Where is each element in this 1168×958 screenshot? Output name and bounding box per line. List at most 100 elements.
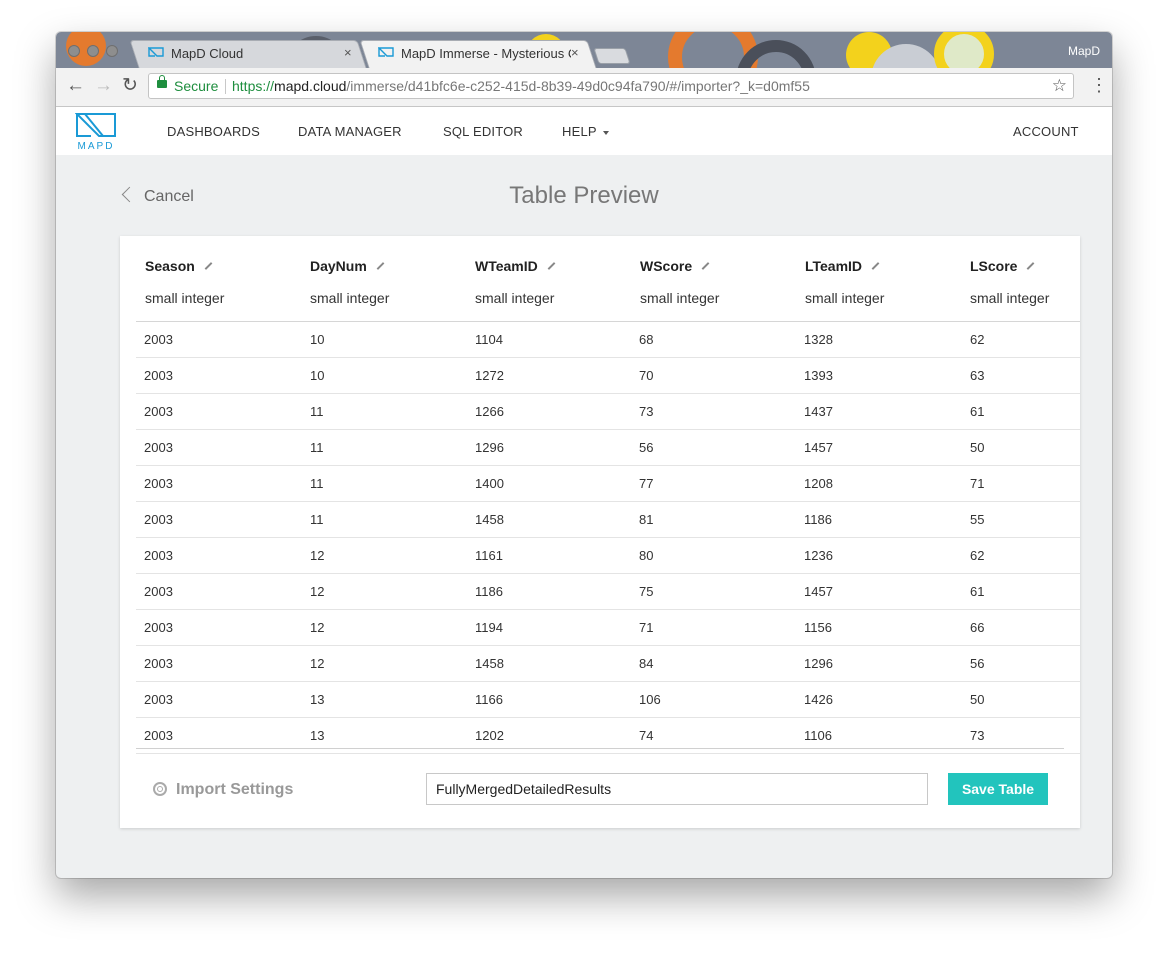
table-cell: 50 xyxy=(970,440,985,455)
nav-account[interactable]: ACCOUNT xyxy=(1013,124,1079,139)
window-minimize-button[interactable] xyxy=(87,45,99,57)
table-cell: 1296 xyxy=(804,656,833,671)
kebab-menu-icon[interactable]: ⋮ xyxy=(1090,76,1108,94)
table-row: 2003 12 1161 80 1236 62 xyxy=(136,538,1080,574)
url-host: mapd.cloud xyxy=(274,78,347,94)
tab-close-icon[interactable]: × xyxy=(571,45,579,60)
window-zoom-button[interactable] xyxy=(106,45,118,57)
table-cell: 55 xyxy=(970,512,985,527)
table-preview-card: Season small integer DayNum small integer WT… xyxy=(120,236,1080,828)
mapd-favicon-icon xyxy=(378,47,394,57)
table-cell: 2003 xyxy=(144,584,173,599)
back-arrow-icon[interactable]: ← xyxy=(66,76,85,96)
table-cell: 1400 xyxy=(475,476,504,491)
table-cell: 68 xyxy=(639,332,654,347)
gear-icon xyxy=(153,782,167,796)
column-header: LScore small integer xyxy=(970,258,1049,306)
new-tab-button[interactable] xyxy=(593,48,631,64)
table-cell: 81 xyxy=(639,512,654,527)
table-cell: 1104 xyxy=(475,332,503,347)
column-type-select[interactable]: small integer xyxy=(145,290,224,306)
table-cell: 71 xyxy=(970,476,985,491)
table-cell: 61 xyxy=(970,584,985,599)
nav-sql-editor[interactable]: SQL EDITOR xyxy=(443,124,523,139)
save-table-button[interactable]: Save Table xyxy=(948,773,1048,805)
table-cell: 1202 xyxy=(475,728,504,743)
browser-toolbar: ← → ↻ Secure https://mapd.cloud/immerse/… xyxy=(56,68,1112,107)
caret-down-icon xyxy=(602,130,609,135)
pencil-edit-icon[interactable] xyxy=(547,262,556,270)
table-row: 2003 11 1458 81 1186 55 xyxy=(136,502,1080,538)
table-cell: 61 xyxy=(970,404,985,419)
table-cell: 62 xyxy=(970,332,985,347)
table-cell: 56 xyxy=(970,656,985,671)
tab-label: MapD Immerse - Mysterious C xyxy=(401,46,571,61)
column-type-select[interactable]: small integer xyxy=(310,290,389,306)
window-close-button[interactable] xyxy=(68,45,80,57)
tab-mapd-immerse[interactable]: MapD Immerse - Mysterious C × xyxy=(359,40,597,68)
column-type-select[interactable]: small integer xyxy=(475,290,554,306)
column-header: LTeamID small integer xyxy=(805,258,884,306)
table-cell: 1161 xyxy=(475,548,503,563)
table-row: 2003 10 1272 70 1393 63 xyxy=(136,358,1080,394)
pencil-edit-icon[interactable] xyxy=(1027,262,1035,270)
mapd-favicon-icon xyxy=(148,47,164,57)
reload-icon[interactable]: ↻ xyxy=(122,76,138,96)
table-cell: 50 xyxy=(970,692,985,707)
table-cell: 12 xyxy=(310,620,325,635)
pencil-edit-icon[interactable] xyxy=(701,262,710,270)
nav-help-label: HELP xyxy=(562,124,597,139)
table-row: 2003 13 1166 106 1426 50 xyxy=(136,682,1080,718)
table-cell: 70 xyxy=(639,368,654,383)
table-cell: 73 xyxy=(970,728,985,743)
table-cell: 2003 xyxy=(144,368,173,383)
table-cell: 1393 xyxy=(804,368,833,383)
table-cell: 1186 xyxy=(475,584,503,599)
table-cell: 1272 xyxy=(475,368,504,383)
forward-arrow-icon[interactable]: → xyxy=(94,76,113,96)
address-separator xyxy=(225,79,226,94)
table-body: 2003 10 1104 68 1328 62 2003 10 1272 70 1393 63 2003… xyxy=(136,321,1080,754)
table-cell: 1458 xyxy=(475,656,504,671)
address-bar[interactable]: Secure https://mapd.cloud/immerse/d41bfc… xyxy=(148,73,1074,99)
table-cell: 10 xyxy=(310,332,325,347)
nav-help[interactable]: HELP xyxy=(562,124,609,139)
mapd-logo[interactable]: MAPD xyxy=(75,112,117,152)
profile-name[interactable]: MapD xyxy=(1068,44,1100,58)
table-name-input[interactable] xyxy=(426,773,928,805)
bookmark-star-icon[interactable]: ☆ xyxy=(1052,76,1067,96)
column-name: WTeamID xyxy=(475,258,538,274)
tab-close-icon[interactable]: × xyxy=(344,45,352,60)
column-type-select[interactable]: small integer xyxy=(970,290,1049,306)
pencil-edit-icon[interactable] xyxy=(204,262,213,270)
column-header: DayNum small integer xyxy=(310,258,389,306)
nav-data-manager[interactable]: DATA MANAGER xyxy=(298,124,402,139)
table-cell: 66 xyxy=(970,620,985,635)
tab-mapd-cloud[interactable]: MapD Cloud × xyxy=(129,40,367,68)
table-cell: 1194 xyxy=(475,620,503,635)
table-cell: 13 xyxy=(310,692,325,707)
table-cell: 1156 xyxy=(804,620,832,635)
table-cell: 1457 xyxy=(804,440,833,455)
import-settings-label: Import Settings xyxy=(176,781,294,798)
pencil-edit-icon[interactable] xyxy=(871,262,880,270)
lock-icon xyxy=(157,75,167,88)
table-cell: 1208 xyxy=(804,476,833,491)
table-cell: 1236 xyxy=(804,548,833,563)
table-cell: 2003 xyxy=(144,332,173,347)
table-cell: 74 xyxy=(639,728,654,743)
table-cell: 1426 xyxy=(804,692,833,707)
column-type-select[interactable]: small integer xyxy=(805,290,884,306)
background-decoration xyxy=(934,32,994,68)
table-row: 2003 12 1194 71 1156 66 xyxy=(136,610,1080,646)
logo-wordmark: MAPD xyxy=(77,141,115,152)
table-cell: 2003 xyxy=(144,620,173,635)
pencil-edit-icon[interactable] xyxy=(376,262,385,270)
table-cell: 56 xyxy=(639,440,654,455)
url-path: /immerse/d41bfc6e-c252-415d-8b39-49d0c94… xyxy=(346,78,810,94)
nav-dashboards[interactable]: DASHBOARDS xyxy=(167,124,260,139)
url-text[interactable]: https://mapd.cloud/immerse/d41bfc6e-c252… xyxy=(232,78,810,94)
column-type-select[interactable]: small integer xyxy=(640,290,719,306)
import-settings-button[interactable]: Import Settings xyxy=(153,780,293,799)
table-header: Season small integer DayNum small integer WT… xyxy=(120,236,1080,321)
